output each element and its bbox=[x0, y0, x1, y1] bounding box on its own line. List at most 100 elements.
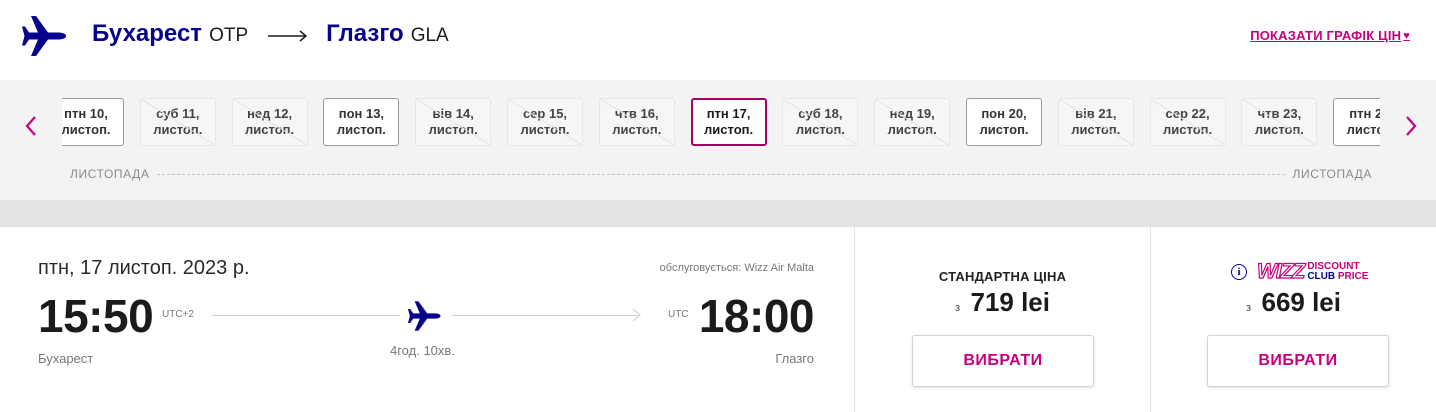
flight-duration: 4год. 10хв. bbox=[390, 343, 455, 358]
date-option-day: пон 13, bbox=[338, 106, 385, 121]
section-divider bbox=[0, 200, 1436, 226]
date-option[interactable]: суб 11, листоп. bbox=[139, 98, 216, 146]
date-option-day: сер 22, bbox=[1165, 106, 1210, 121]
arrival-time: 18:00 bbox=[698, 290, 815, 342]
carousel-prev-button[interactable] bbox=[22, 113, 40, 139]
date-option-day: сер 15, bbox=[522, 106, 568, 121]
flight-path-line bbox=[452, 315, 638, 316]
date-option-month: листоп. bbox=[887, 122, 937, 137]
origin-city: Бухарест bbox=[92, 20, 203, 47]
info-icon[interactable]: i bbox=[1231, 264, 1247, 280]
departure-timezone: UTC+2 bbox=[162, 309, 194, 320]
date-option-day: птн 17, bbox=[706, 106, 751, 121]
standard-fare-price: з 719 lei bbox=[855, 287, 1150, 318]
destination-city: Глазго bbox=[326, 20, 404, 47]
month-dashed-line bbox=[157, 173, 1285, 175]
date-option-day: птн 24, bbox=[1349, 106, 1380, 121]
standard-fare: СТАНДАРТНА ЦІНА з 719 lei ВИБРАТИ bbox=[854, 227, 1150, 412]
club-price-value: 669 lei bbox=[1261, 287, 1341, 317]
departure-city: Бухарест bbox=[38, 351, 94, 366]
standard-price-value: 719 lei bbox=[970, 287, 1050, 317]
month-divider: ЛИСТОПАДА ЛИСТОПАДА bbox=[70, 166, 1372, 182]
date-option-month: листоп. bbox=[520, 122, 570, 137]
flight-path-line bbox=[212, 315, 400, 316]
date-option[interactable]: вів 14, листоп. bbox=[415, 98, 492, 146]
date-option-month: листоп. bbox=[62, 122, 111, 137]
date-option-month: листоп. bbox=[336, 122, 386, 137]
date-option-day: чтв 16, bbox=[615, 106, 659, 121]
date-option-month: листоп. bbox=[1071, 122, 1121, 137]
date-option-month: листоп. bbox=[428, 122, 478, 137]
date-list: птн 10, листоп. суб 11, листоп. нед 12, листо… bbox=[62, 96, 1380, 154]
date-option[interactable]: сер 15, листоп. bbox=[507, 98, 583, 146]
price-prefix: з bbox=[1245, 302, 1252, 314]
chevron-right-icon bbox=[632, 308, 641, 322]
airplane-logo-icon bbox=[22, 16, 66, 56]
airplane-icon bbox=[408, 301, 441, 331]
date-option[interactable]: нед 19, листоп. bbox=[874, 98, 951, 146]
date-option-month: листоп. bbox=[704, 122, 754, 137]
route-summary: Бухарест OTP Глазго GLA bbox=[92, 20, 449, 52]
origin-code: OTP bbox=[209, 25, 249, 46]
wizz-logo-text: WIZZ bbox=[1256, 259, 1306, 283]
date-option[interactable]: пон 20, листоп. bbox=[966, 98, 1042, 146]
date-option[interactable]: птн 24,листоп. bbox=[1333, 98, 1380, 146]
date-option-day: суб 11, bbox=[156, 106, 200, 121]
month-label-left: ЛИСТОПАДА bbox=[70, 167, 150, 181]
date-carousel: птн 10, листоп. суб 11, листоп. нед 12, листо… bbox=[0, 80, 1436, 200]
date-option-month: листоп. bbox=[979, 122, 1029, 137]
show-price-chart-link[interactable]: ПОКАЗАТИ ГРАФІК ЦІН ♥ bbox=[1250, 28, 1410, 43]
date-option-day: чтв 23, bbox=[1257, 106, 1302, 121]
chevron-left-icon bbox=[25, 116, 36, 136]
date-option-month: листоп. bbox=[1163, 122, 1213, 137]
arrival-timezone: UTC bbox=[668, 309, 689, 320]
date-option-month: листоп. bbox=[153, 122, 203, 137]
date-option-day: пон 20, bbox=[981, 106, 1027, 121]
heart-icon: ♥ bbox=[1403, 29, 1410, 42]
price-prefix: з bbox=[954, 302, 961, 314]
show-price-chart-label: ПОКАЗАТИ ГРАФІК ЦІН bbox=[1250, 28, 1402, 43]
club-price-label: CLUB PRICE bbox=[1307, 272, 1368, 282]
carousel-next-button[interactable] bbox=[1402, 113, 1420, 139]
date-option[interactable]: чтв 23, листоп. bbox=[1241, 98, 1318, 146]
date-option-month: листоп. bbox=[612, 122, 662, 137]
operated-by: обслуговується: Wizz Air Malta bbox=[659, 262, 814, 274]
date-option-month: листоп. bbox=[1346, 122, 1380, 137]
date-option-month: листоп. bbox=[245, 122, 295, 137]
chevron-right-icon bbox=[1406, 116, 1417, 136]
date-option-day: вів 21, bbox=[1075, 106, 1117, 121]
arrival-city: Глазго bbox=[775, 351, 814, 366]
standard-fare-label: СТАНДАРТНА ЦІНА bbox=[938, 269, 1067, 284]
search-header: Бухарест OTP Глазго GLA ПОКАЗАТИ ГРАФІК … bbox=[0, 0, 1436, 80]
discount-club-logo: i WIZZ DISCOUNT CLUB PRICE bbox=[1231, 259, 1368, 284]
date-option[interactable]: сер 22, листоп. bbox=[1149, 98, 1226, 146]
date-option[interactable]: вів 21, листоп. bbox=[1057, 98, 1134, 146]
date-option[interactable]: чтв 16, листоп. bbox=[598, 98, 675, 146]
arrow-right-icon bbox=[268, 30, 308, 42]
date-option[interactable]: суб 18, листоп. bbox=[782, 98, 859, 146]
club-fare-price: з 669 lei bbox=[1151, 287, 1436, 318]
month-label-right: ЛИСТОПАДА bbox=[1292, 167, 1372, 181]
club-label: CLUB bbox=[1307, 271, 1336, 282]
date-option[interactable]: пон 13, листоп. bbox=[323, 98, 400, 146]
date-option-day: вів 14, bbox=[432, 106, 474, 121]
select-standard-fare-button[interactable]: ВИБРАТИ bbox=[912, 335, 1094, 387]
discount-club-fare: i WIZZ DISCOUNT CLUB PRICE з 669 lei ВИБ… bbox=[1150, 227, 1436, 412]
price-label: PRICE bbox=[1337, 271, 1369, 282]
flight-card: птн, 17 листоп. 2023 р. обслуговується: … bbox=[0, 226, 1436, 412]
date-option-day: птн 10, bbox=[64, 106, 108, 121]
date-option-day: нед 19, bbox=[889, 106, 935, 121]
select-club-fare-button[interactable]: ВИБРАТИ bbox=[1207, 335, 1389, 387]
date-option-day: нед 12, bbox=[247, 106, 293, 121]
date-option[interactable]: нед 12, листоп. bbox=[231, 98, 308, 146]
flight-details: птн, 17 листоп. 2023 р. обслуговується: … bbox=[0, 227, 854, 412]
flight-date: птн, 17 листоп. 2023 р. bbox=[38, 257, 250, 279]
discount-club-price-text: DISCOUNT CLUB PRICE bbox=[1307, 262, 1368, 282]
date-option-month: листоп. bbox=[1254, 122, 1304, 137]
date-option[interactable]: птн 10, листоп. bbox=[62, 98, 124, 146]
date-option-month: листоп. bbox=[795, 122, 845, 137]
departure-time: 15:50 bbox=[38, 290, 154, 342]
destination-code: GLA bbox=[410, 25, 449, 46]
date-option[interactable]: птн 17, листоп. bbox=[690, 98, 767, 146]
date-option-day: суб 18, bbox=[798, 106, 843, 121]
